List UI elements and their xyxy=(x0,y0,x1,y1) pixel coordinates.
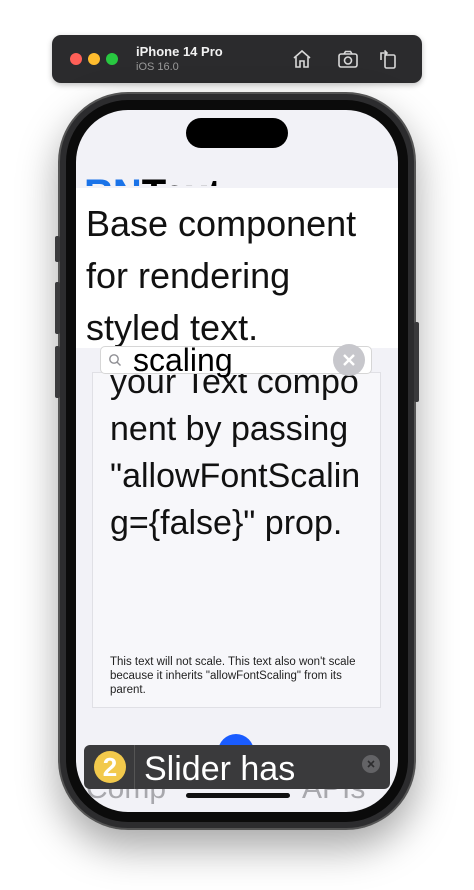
search-icon xyxy=(108,353,122,367)
example-small-text: This text will not scale. This text also… xyxy=(110,656,356,696)
dismiss-toast-button[interactable] xyxy=(362,755,380,773)
page-title-text: Text xyxy=(142,172,221,186)
warning-count-badge: 2 xyxy=(94,751,126,783)
log-toast[interactable]: 2 Slider has xyxy=(84,745,390,789)
component-description: Base component for rendering styled text… xyxy=(76,188,398,348)
page-title-accent: RN xyxy=(84,172,142,186)
search-bar[interactable] xyxy=(100,341,372,379)
home-icon[interactable] xyxy=(290,47,314,71)
example-large-text: your Text component by passing "allowFon… xyxy=(110,372,372,547)
action-button xyxy=(55,236,60,262)
example-card: your Text component by passing "allowFon… xyxy=(92,372,381,708)
volume-down-button xyxy=(55,346,60,398)
close-icon xyxy=(343,354,355,366)
clear-search-button[interactable] xyxy=(333,344,365,376)
phone-screen: RNText Base component for rendering styl… xyxy=(76,110,398,812)
close-window-button[interactable] xyxy=(70,53,82,65)
zoom-window-button[interactable] xyxy=(106,53,118,65)
page-title: RNText xyxy=(84,168,221,186)
toast-divider xyxy=(134,745,135,789)
example-large-text-content: your Text component by passing "allowFon… xyxy=(110,372,361,542)
volume-up-button xyxy=(55,282,60,334)
search-input[interactable] xyxy=(131,341,335,379)
dynamic-island xyxy=(186,118,288,148)
description-text: Base component for rendering styled text… xyxy=(86,203,357,348)
os-version: iOS 16.0 xyxy=(136,61,179,73)
close-icon xyxy=(367,760,375,768)
power-button xyxy=(414,322,419,402)
toast-message: Slider has xyxy=(144,750,296,788)
rotate-icon[interactable] xyxy=(376,47,400,71)
screenshot-icon[interactable] xyxy=(336,47,360,71)
minimize-window-button[interactable] xyxy=(88,53,100,65)
home-indicator xyxy=(186,793,290,798)
simulator-toolbar: iPhone 14 Pro iOS 16.0 xyxy=(52,35,422,83)
device-name: iPhone 14 Pro xyxy=(136,44,223,59)
